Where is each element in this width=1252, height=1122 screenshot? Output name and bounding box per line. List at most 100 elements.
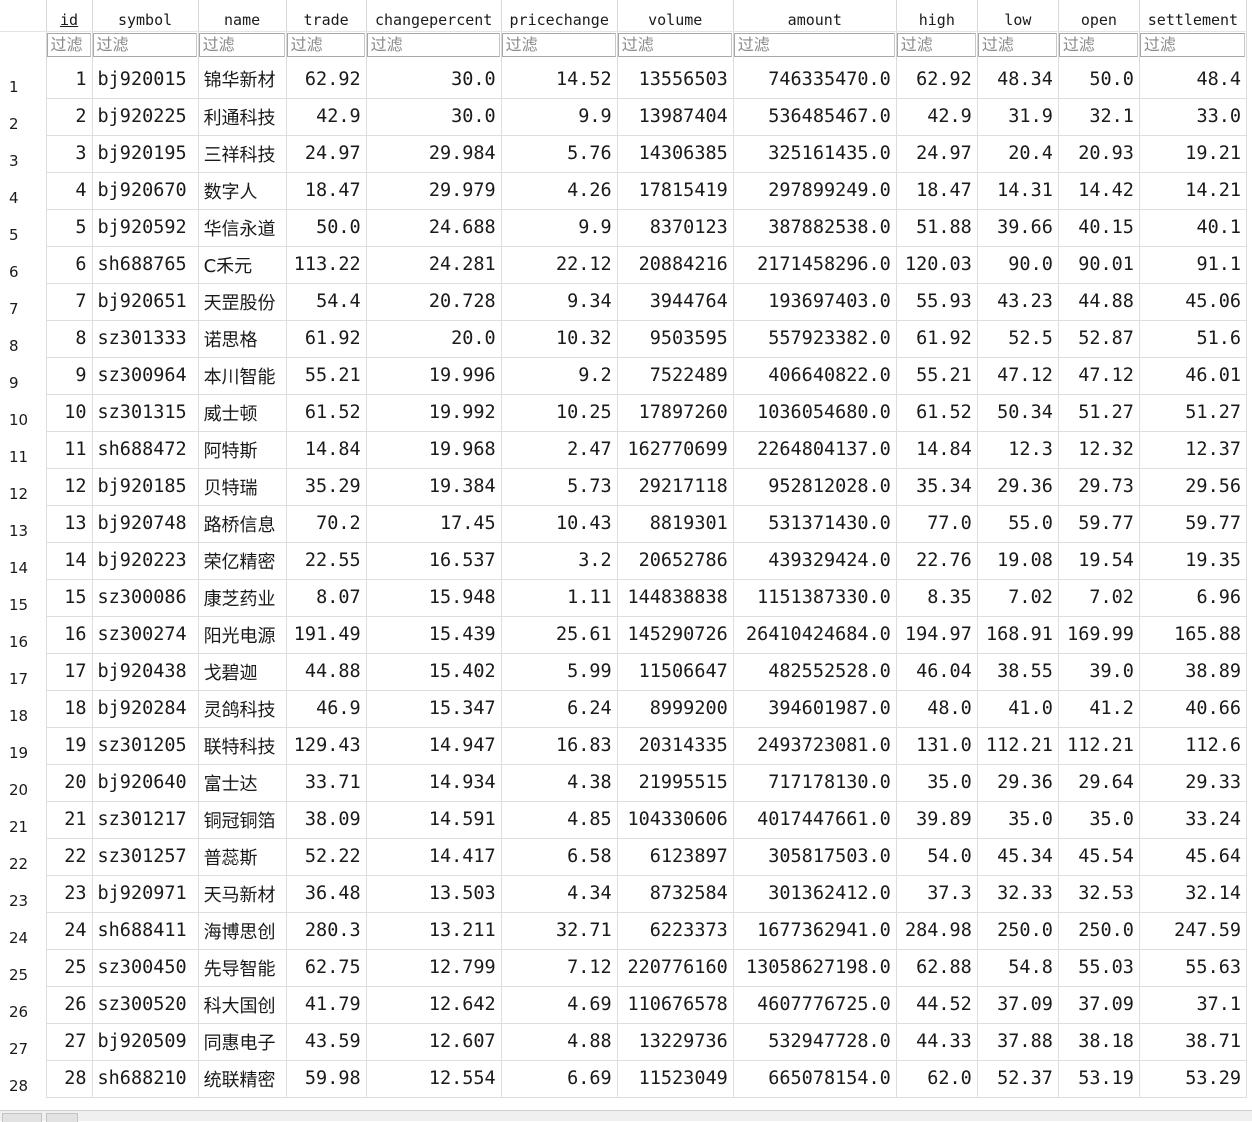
cell-volume[interactable]: 7522489	[617, 357, 734, 395]
row-number[interactable]: 18	[0, 690, 47, 727]
cell-name[interactable]: 海博思创	[198, 912, 287, 950]
cell-id[interactable]: 28	[46, 1060, 93, 1098]
row-number[interactable]: 5	[0, 209, 47, 246]
row-number[interactable]: 23	[0, 875, 47, 912]
cell-settlement[interactable]: 19.35	[1139, 542, 1248, 580]
cell-amount[interactable]: 325161435.0	[733, 135, 897, 173]
cell-open[interactable]: 90.01	[1058, 246, 1140, 284]
cell-low[interactable]: 47.12	[977, 357, 1059, 395]
cell-settlement[interactable]: 51.6	[1139, 320, 1248, 358]
cell-name[interactable]: 荣亿精密	[198, 542, 287, 580]
cell-pricechange[interactable]: 9.9	[501, 209, 618, 247]
cell-pricechange[interactable]: 14.52	[501, 61, 618, 99]
cell-trade[interactable]: 191.49	[286, 616, 367, 654]
cell-pricechange[interactable]: 25.61	[501, 616, 618, 654]
cell-id[interactable]: 9	[46, 357, 93, 395]
row-number[interactable]: 28	[0, 1060, 47, 1097]
cell-id[interactable]: 5	[46, 209, 93, 247]
table-row[interactable]: 11 11 sh688472 阿特斯 14.84 19.968 2.47 162770699 2…	[0, 431, 1248, 469]
column-header-changepercent[interactable]: changepercent	[366, 0, 502, 32]
cell-symbol[interactable]: sh688411	[92, 912, 199, 950]
cell-name[interactable]: 康芝药业	[198, 579, 287, 617]
cell-symbol[interactable]: sz301217	[92, 801, 199, 839]
cell-trade[interactable]: 44.88	[286, 653, 367, 691]
cell-low[interactable]: 39.66	[977, 209, 1059, 247]
row-number[interactable]: 6	[0, 246, 47, 283]
table-row[interactable]: 27 27 bj920509 同惠电子 43.59 12.607 4.88 13229736 5…	[0, 1023, 1248, 1061]
cell-name[interactable]: 统联精密	[198, 1060, 287, 1098]
cell-settlement[interactable]: 40.66	[1139, 690, 1248, 728]
cell-amount[interactable]: 297899249.0	[733, 172, 897, 210]
filter-input-changepercent[interactable]: 过滤	[366, 33, 500, 57]
cell-low[interactable]: 38.55	[977, 653, 1059, 691]
cell-name[interactable]: 锦华新材	[198, 61, 287, 99]
cell-name[interactable]: 先导智能	[198, 949, 287, 987]
cell-high[interactable]: 61.92	[896, 320, 978, 358]
table-row[interactable]: 25 25 sz300450 先导智能 62.75 12.799 7.12 220776160…	[0, 949, 1248, 987]
cell-amount[interactable]: 2493723081.0	[733, 727, 897, 765]
cell-symbol[interactable]: sh688765	[92, 246, 199, 284]
filter-input-symbol[interactable]: 过滤	[92, 33, 197, 57]
cell-symbol[interactable]: sz301205	[92, 727, 199, 765]
row-number[interactable]: 4	[0, 172, 47, 209]
cell-high[interactable]: 42.9	[896, 98, 978, 136]
cell-id[interactable]: 11	[46, 431, 93, 469]
cell-volume[interactable]: 17897260	[617, 394, 734, 432]
cell-volume[interactable]: 3944764	[617, 283, 734, 321]
cell-pricechange[interactable]: 6.69	[501, 1060, 618, 1098]
table-row[interactable]: 2 2 bj920225 利通科技 42.9 30.0 9.9 13987404 5364854…	[0, 98, 1248, 136]
cell-open[interactable]: 37.09	[1058, 986, 1140, 1024]
cell-low[interactable]: 250.0	[977, 912, 1059, 950]
cell-name[interactable]: 灵鸽科技	[198, 690, 287, 728]
row-number[interactable]: 24	[0, 912, 47, 949]
cell-settlement[interactable]: 48.4	[1139, 61, 1248, 99]
cell-amount[interactable]: 531371430.0	[733, 505, 897, 543]
filter-input-pricechange[interactable]: 过滤	[501, 33, 616, 57]
cell-open[interactable]: 29.64	[1058, 764, 1140, 802]
cell-pricechange[interactable]: 6.24	[501, 690, 618, 728]
cell-name[interactable]: 富士达	[198, 764, 287, 802]
cell-open[interactable]: 112.21	[1058, 727, 1140, 765]
row-number[interactable]: 27	[0, 1023, 47, 1060]
cell-open[interactable]: 32.1	[1058, 98, 1140, 136]
cell-volume[interactable]: 21995515	[617, 764, 734, 802]
row-number[interactable]: 15	[0, 579, 47, 616]
table-row[interactable]: 18 18 bj920284 灵鸽科技 46.9 15.347 6.24 8999200 394…	[0, 690, 1248, 728]
cell-high[interactable]: 62.0	[896, 1060, 978, 1098]
cell-trade[interactable]: 52.22	[286, 838, 367, 876]
cell-changepercent[interactable]: 24.688	[366, 209, 502, 247]
cell-low[interactable]: 52.37	[977, 1060, 1059, 1098]
cell-settlement[interactable]: 33.0	[1139, 98, 1248, 136]
table-row[interactable]: 24 24 sh688411 海博思创 280.3 13.211 32.71 6223373 1…	[0, 912, 1248, 950]
cell-settlement[interactable]: 29.56	[1139, 468, 1248, 506]
cell-pricechange[interactable]: 16.83	[501, 727, 618, 765]
cell-low[interactable]: 19.08	[977, 542, 1059, 580]
cell-open[interactable]: 47.12	[1058, 357, 1140, 395]
row-number[interactable]: 16	[0, 616, 47, 653]
cell-trade[interactable]: 24.97	[286, 135, 367, 173]
cell-settlement[interactable]: 55.63	[1139, 949, 1248, 987]
cell-volume[interactable]: 11523049	[617, 1060, 734, 1098]
filter-input-high[interactable]: 过滤	[896, 33, 976, 57]
cell-volume[interactable]: 29217118	[617, 468, 734, 506]
cell-low[interactable]: 52.5	[977, 320, 1059, 358]
cell-volume[interactable]: 20652786	[617, 542, 734, 580]
cell-volume[interactable]: 6223373	[617, 912, 734, 950]
filter-input-id[interactable]: 过滤	[46, 33, 91, 57]
cell-id[interactable]: 26	[46, 986, 93, 1024]
cell-settlement[interactable]: 40.1	[1139, 209, 1248, 247]
cell-low[interactable]: 14.31	[977, 172, 1059, 210]
column-header-high[interactable]: high	[896, 0, 978, 32]
cell-low[interactable]: 41.0	[977, 690, 1059, 728]
cell-settlement[interactable]: 112.6	[1139, 727, 1248, 765]
row-number[interactable]: 25	[0, 949, 47, 986]
cell-symbol[interactable]: bj920284	[92, 690, 199, 728]
cell-amount[interactable]: 4017447661.0	[733, 801, 897, 839]
table-row[interactable]: 3 3 bj920195 三祥科技 24.97 29.984 5.76 14306385 325…	[0, 135, 1248, 173]
cell-volume[interactable]: 110676578	[617, 986, 734, 1024]
row-number[interactable]: 8	[0, 320, 47, 357]
cell-changepercent[interactable]: 15.948	[366, 579, 502, 617]
cell-pricechange[interactable]: 4.26	[501, 172, 618, 210]
cell-high[interactable]: 46.04	[896, 653, 978, 691]
cell-amount[interactable]: 1677362941.0	[733, 912, 897, 950]
